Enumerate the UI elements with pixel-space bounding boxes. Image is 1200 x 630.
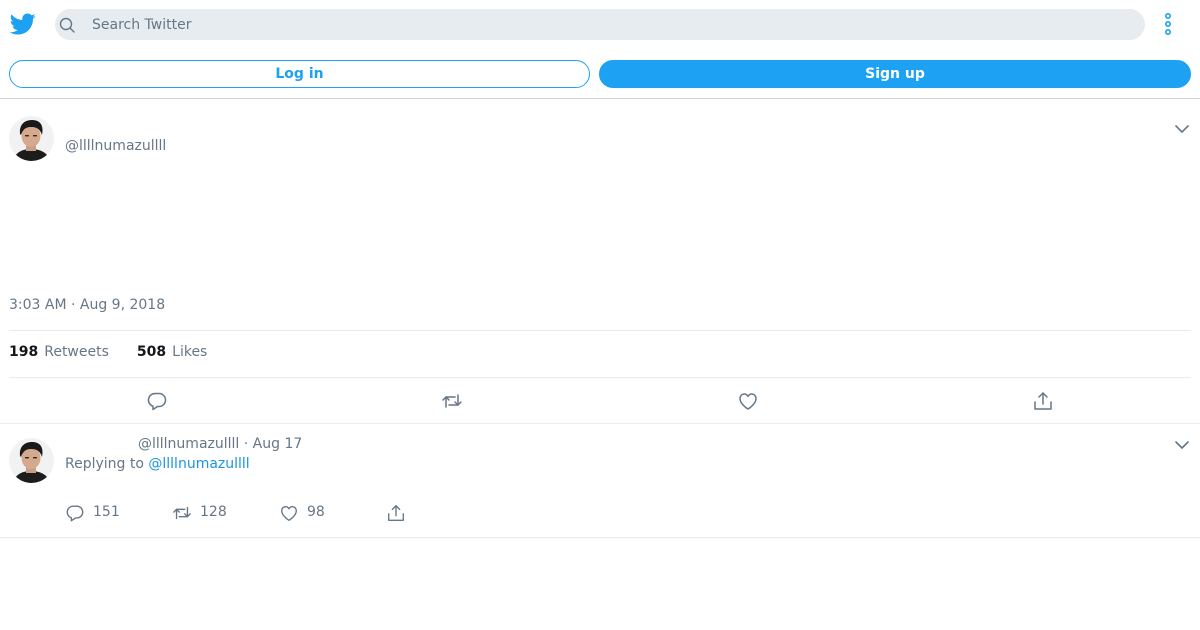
replying-to: Replying to @llllnumazullll [65,456,250,472]
reply-divider [0,537,1200,538]
reply-avatar[interactable] [9,438,54,483]
header-divider [0,98,1200,99]
share-icon [388,505,404,521]
reply-icon [66,505,84,522]
reply-action-retweet[interactable]: 128 [172,503,232,523]
reply-handle-date[interactable]: @llllnumazullll · Aug 17 [138,436,302,452]
like-icon[interactable] [737,390,759,412]
twitter-bird-icon[interactable] [10,11,36,37]
share-icon[interactable] [1032,390,1054,412]
retweets-stat[interactable]: 198 Retweets [9,344,109,360]
avatar-image [9,116,54,161]
retweet-icon[interactable] [441,390,463,412]
reply-action-share[interactable] [386,503,408,523]
reply-chevron-down-icon[interactable] [1173,436,1191,454]
tweet-timestamp[interactable]: 3:03 AM · Aug 9, 2018 [9,297,165,313]
likes-label: Likes [172,344,208,360]
retweet-icon [173,506,191,520]
retweets-count: 198 [9,344,39,360]
login-button[interactable]: Log in [9,60,590,88]
tweet-divider [0,423,1200,424]
signup-button[interactable]: Sign up [599,60,1191,88]
retweets-label: Retweets [44,344,109,360]
more-vertical-icon[interactable] [1156,12,1180,36]
top-bar [0,0,1200,48]
likes-count: 508 [136,344,167,360]
stats-divider-bottom [9,377,1191,378]
replying-to-link[interactable]: @llllnumazullll [148,456,249,472]
tweet-author-handle[interactable]: @llllnumazullll [65,138,166,154]
search-input[interactable] [92,9,1132,40]
reply-action-like[interactable]: 98 [279,503,339,523]
reply-action-reply[interactable]: 151 [65,503,125,523]
stats-divider-top [9,330,1191,331]
like-count: 98 [307,504,325,520]
like-icon [281,505,297,521]
reply-icon[interactable] [146,390,168,412]
search-bar[interactable] [55,9,1145,40]
replying-prefix: Replying to [65,456,144,472]
avatar[interactable] [9,116,54,161]
reply-avatar-image [9,438,54,483]
search-icon [59,17,75,33]
likes-stat[interactable]: 508 Likes [137,344,207,360]
chevron-down-icon[interactable] [1173,120,1191,138]
tweet-stats: 198 Retweets 508 Likes [9,344,235,360]
reply-count: 151 [93,504,120,520]
retweet-count: 128 [200,504,227,520]
